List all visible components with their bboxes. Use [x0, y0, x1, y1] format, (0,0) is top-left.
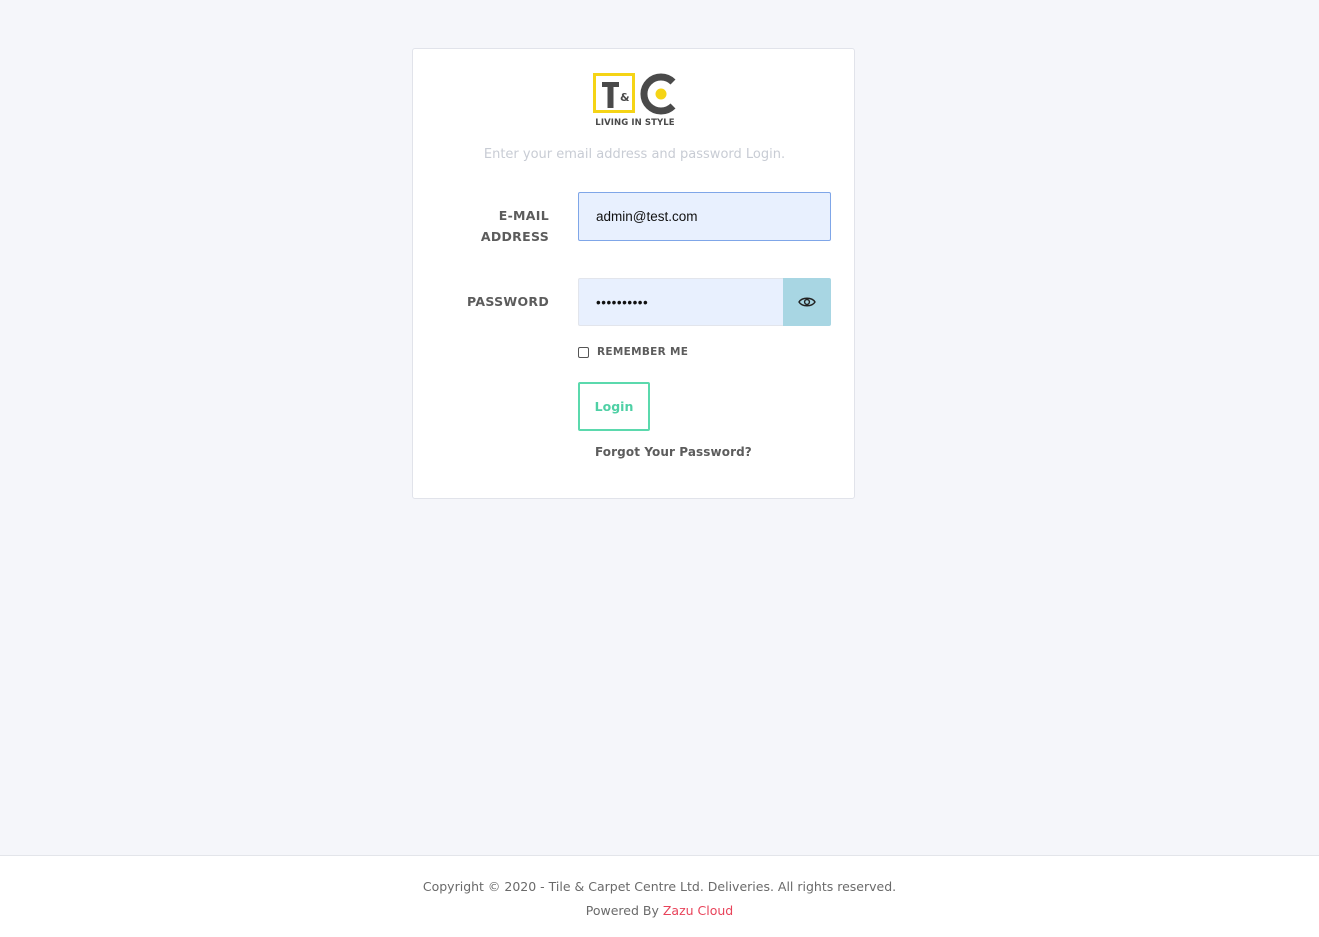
company-logo: & LIVING IN STYLE — [593, 72, 677, 129]
login-page: & LIVING IN STYLE Enter your email addre… — [0, 0, 1319, 937]
show-password-button[interactable] — [783, 278, 831, 326]
email-label-line2: ADDRESS — [480, 229, 549, 244]
remember-me-checkbox[interactable] — [578, 346, 589, 358]
login-button[interactable]: Login — [578, 382, 650, 431]
forgot-password-link[interactable]: Forgot Your Password? — [595, 445, 752, 459]
email-label-line1: E-MAIL — [498, 208, 549, 223]
login-card: & LIVING IN STYLE Enter your email addre… — [412, 48, 855, 499]
logo-tagline: LIVING IN STYLE — [595, 118, 675, 128]
remember-me-row: REMEMBER ME — [578, 346, 688, 358]
powered-by-text: Powered By Zazu Cloud — [0, 903, 1319, 918]
footer: Copyright © 2020 - Tile & Carpet Centre … — [0, 855, 1319, 937]
email-input[interactable] — [578, 192, 831, 241]
eye-icon — [798, 293, 816, 312]
login-subtitle: Enter your email address and password Lo… — [483, 147, 786, 162]
powered-by-prefix: Powered By — [585, 903, 663, 918]
svg-text:&: & — [620, 91, 630, 104]
copyright-text: Copyright © 2020 - Tile & Carpet Centre … — [422, 879, 897, 894]
password-label: PASSWORD — [467, 294, 549, 309]
email-label: E-MAIL ADDRESS — [453, 205, 549, 247]
password-input[interactable] — [578, 278, 784, 326]
logo-mark: & — [593, 73, 676, 115]
zazu-cloud-link[interactable]: Zazu Cloud — [663, 903, 733, 918]
remember-me-label[interactable]: REMEMBER ME — [597, 346, 688, 358]
